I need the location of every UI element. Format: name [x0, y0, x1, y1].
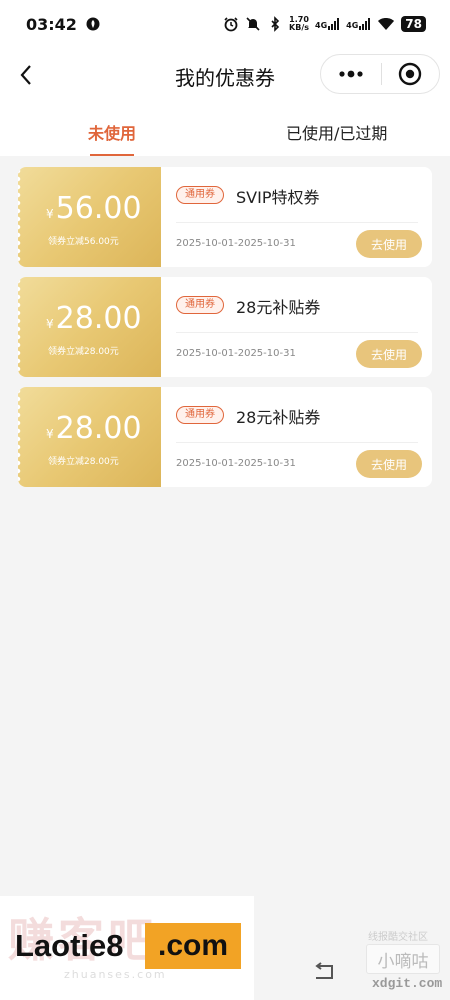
mini-program-capsule [320, 54, 440, 94]
watermark-laotie: Laotie8 [15, 928, 124, 963]
currency-symbol: ¥ [46, 207, 54, 221]
watermark-community-label: 线报酷交社区 [368, 932, 428, 943]
coupon-amount: ¥ 28.00 [46, 301, 142, 336]
net-speed: 1.70 KB/s [289, 16, 309, 32]
coupon-amount-desc: 领券立减28.00元 [48, 347, 119, 357]
amount-value: 56.00 [55, 191, 142, 226]
alarm-icon [224, 17, 238, 32]
coupon-type-badge: 通用券 [176, 406, 224, 424]
coupon-type-badge: 通用券 [176, 296, 224, 314]
coupon-card: ¥ 56.00 领券立减56.00元 通用券 SVIP特权券 2025-10-0… [18, 167, 432, 267]
wifi-icon [378, 18, 395, 30]
net-speed-unit: KB/s [289, 23, 310, 32]
coupon-info: 通用券 28元补贴券 2025-10-01-2025-10-31 去使用 [161, 387, 432, 487]
coupon-value-panel: ¥ 28.00 领券立减28.00元 [18, 277, 161, 377]
signal-2: 4G [346, 18, 371, 30]
watermark-faint-sub: zhuanses.com [64, 968, 167, 981]
signal-1-label: 4G [315, 21, 328, 30]
coupon-info: 通用券 SVIP特权券 2025-10-01-2025-10-31 去使用 [161, 167, 432, 267]
status-right: 1.70 KB/s 4G 4G 78 [223, 16, 426, 32]
coupon-validity: 2025-10-01-2025-10-31 [176, 238, 296, 249]
coupon-divider [176, 442, 418, 443]
signal-bars-icon [328, 18, 340, 30]
app-notification-icon [86, 17, 100, 31]
coupon-amount-desc: 领券立减28.00元 [48, 457, 119, 467]
battery-indicator: 78 [401, 16, 426, 32]
target-close-icon [399, 62, 422, 86]
nav-bar: 我的优惠券 [0, 48, 450, 102]
coupon-value-panel: ¥ 56.00 领券立减56.00元 [18, 167, 161, 267]
use-coupon-button[interactable]: 去使用 [356, 230, 422, 258]
more-button[interactable] [321, 55, 381, 93]
tab-unused[interactable]: 未使用 [88, 120, 136, 144]
close-mini-program-button[interactable] [381, 55, 439, 93]
tab-active-indicator [90, 154, 134, 156]
watermark-site: xdgit.com [372, 976, 443, 991]
signal-2-label: 4G [346, 21, 359, 30]
coupon-card: ¥ 28.00 领券立减28.00元 通用券 28元补贴券 2025-10-01… [18, 387, 432, 487]
bluetooth-icon [271, 16, 280, 32]
coupon-name: SVIP特权券 [236, 188, 320, 207]
coupon-validity: 2025-10-01-2025-10-31 [176, 458, 296, 469]
currency-symbol: ¥ [46, 427, 54, 441]
coupon-card: ¥ 28.00 领券立减28.00元 通用券 28元补贴券 2025-10-01… [18, 277, 432, 377]
status-bar: 03:42 1.70 KB/s 4G 4G 78 [0, 0, 450, 48]
status-left: 03:42 [26, 15, 101, 34]
coupon-amount-desc: 领券立减56.00元 [48, 237, 119, 247]
currency-symbol: ¥ [46, 317, 54, 331]
signal-bars-icon [359, 18, 371, 30]
amount-value: 28.00 [55, 411, 142, 446]
mute-bell-icon [246, 17, 260, 31]
coupon-divider [176, 332, 418, 333]
coupon-amount: ¥ 28.00 [46, 411, 142, 446]
coupon-value-panel: ¥ 28.00 领券立减28.00元 [18, 387, 161, 487]
tab-used-expired[interactable]: 已使用/已过期 [286, 120, 387, 144]
coupon-info: 通用券 28元补贴券 2025-10-01-2025-10-31 去使用 [161, 277, 432, 377]
coupon-validity: 2025-10-01-2025-10-31 [176, 348, 296, 359]
coupon-name: 28元补贴券 [236, 298, 321, 317]
amount-value: 28.00 [55, 301, 142, 336]
status-time: 03:42 [26, 14, 77, 34]
more-dots-icon [339, 70, 363, 78]
use-coupon-button[interactable]: 去使用 [356, 340, 422, 368]
coupon-tabs: 未使用 已使用/已过期 [0, 102, 450, 156]
watermark-com: .com [145, 923, 241, 969]
signal-1: 4G [315, 18, 340, 30]
system-back-icon[interactable] [312, 962, 338, 982]
coupon-amount: ¥ 56.00 [46, 191, 142, 226]
use-coupon-button[interactable]: 去使用 [356, 450, 422, 478]
coupon-divider [176, 222, 418, 223]
coupon-type-badge: 通用券 [176, 186, 224, 204]
watermark-xiaodigu: 小嘀咕 [366, 944, 440, 974]
coupon-name: 28元补贴券 [236, 408, 321, 427]
